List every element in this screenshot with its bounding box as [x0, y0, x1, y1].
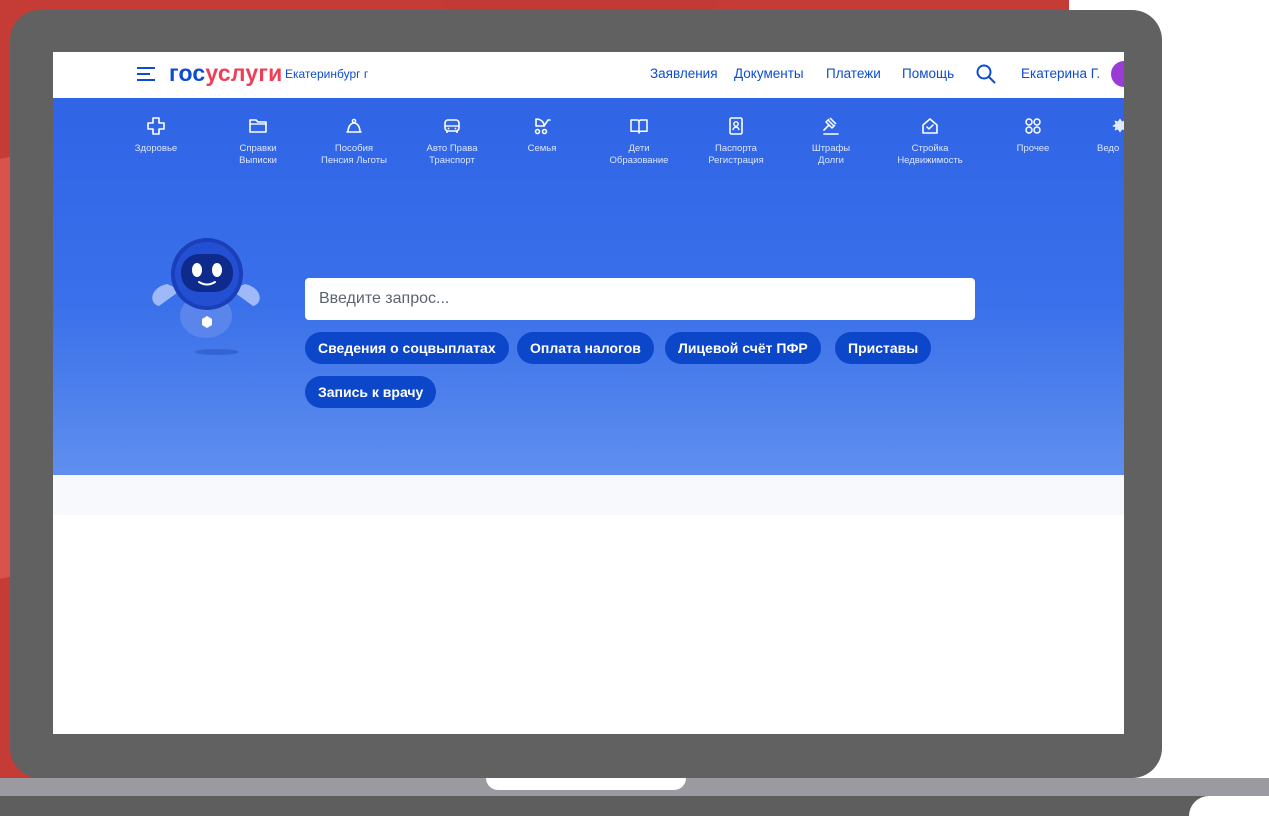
category-construction[interactable]: Стройка Недвижимость	[885, 116, 975, 167]
category-benefits[interactable]: Пособия Пенсия Льготы	[309, 116, 399, 167]
laptop-notch	[486, 778, 686, 790]
search-input[interactable]	[317, 278, 961, 320]
search-icon[interactable]	[975, 63, 997, 85]
logo-part-uslugi: услуги	[205, 60, 283, 86]
nav-payments[interactable]: Платежи	[826, 66, 881, 81]
category-label: Стройка	[911, 143, 949, 154]
category-children[interactable]: Дети Образование	[594, 116, 684, 167]
gavel-icon	[823, 117, 839, 135]
category-label: Справки	[239, 143, 277, 154]
robot-mascot	[152, 238, 260, 355]
browser-screen: госуслуги Екатеринбург г Заявления Докум…	[53, 52, 1124, 734]
quick-link-bailiffs[interactable]: Приставы	[835, 332, 932, 364]
category-fines[interactable]: Штрафы Долги	[786, 116, 876, 167]
category-sublabel: Транспорт	[429, 155, 475, 166]
category-label: Здоровье	[134, 143, 178, 154]
content-area	[53, 475, 1124, 515]
quick-link-taxes[interactable]: Оплата налогов	[517, 332, 654, 364]
folder-icon	[249, 119, 267, 133]
category-health[interactable]: Здоровье	[111, 116, 201, 155]
nav-help[interactable]: Помощь	[902, 66, 954, 81]
category-sublabel: Пенсия Льготы	[321, 155, 387, 166]
emblem-icon	[1112, 118, 1124, 133]
category-label: Пособия	[334, 143, 374, 154]
category-other[interactable]: Прочее	[988, 116, 1078, 155]
category-label: Штрафы	[811, 143, 851, 154]
quick-link-social-payments[interactable]: Сведения о соцвыплатах	[305, 332, 509, 364]
hero-section: Здоровье Справки Выписки Пособия Пенсия Ль…	[53, 98, 1124, 475]
menu-icon[interactable]	[137, 66, 155, 82]
category-label: Ведо	[1097, 143, 1120, 154]
category-label: Дети	[628, 143, 650, 154]
book-icon	[630, 119, 648, 134]
nav-applications[interactable]: Заявления	[650, 66, 718, 81]
category-passports[interactable]: Паспорта Регистрация	[691, 116, 781, 167]
category-label: Авто Права	[426, 143, 478, 154]
stroller-icon	[534, 118, 551, 135]
avatar[interactable]	[1111, 61, 1124, 87]
site-header: госуслуги Екатеринбург г Заявления Докум…	[53, 52, 1124, 98]
category-departments[interactable]: Ведо	[1075, 116, 1124, 155]
category-label: Паспорта	[715, 143, 757, 154]
category-label: Семья	[527, 143, 557, 154]
grid-icon	[1025, 118, 1041, 134]
car-icon	[444, 119, 460, 133]
category-family[interactable]: Семья	[497, 116, 587, 155]
category-label: Прочее	[1016, 143, 1050, 154]
bell-icon	[346, 118, 362, 133]
gosuslugi-logo[interactable]: госуслуги	[169, 60, 282, 87]
category-certificates[interactable]: Справки Выписки	[213, 116, 303, 167]
category-sublabel: Долги	[818, 155, 844, 166]
search-field[interactable]	[305, 278, 975, 320]
city-selector[interactable]: Екатеринбург г	[285, 67, 368, 81]
passport-icon	[729, 117, 743, 135]
category-auto[interactable]: Авто Права Транспорт	[407, 116, 497, 167]
house-icon	[922, 118, 938, 134]
quick-link-doctor-appointment[interactable]: Запись к врачу	[305, 376, 437, 408]
laptop-base-curve	[1189, 796, 1269, 816]
category-sublabel: Недвижимость	[897, 155, 963, 166]
category-sublabel: Регистрация	[708, 155, 764, 166]
logo-part-gos: гос	[169, 60, 206, 86]
nav-documents[interactable]: Документы	[734, 66, 804, 81]
category-sublabel: Образование	[609, 155, 669, 166]
category-sublabel: Выписки	[239, 155, 277, 166]
quick-link-pension-account[interactable]: Лицевой счёт ПФР	[665, 332, 821, 364]
user-name[interactable]: Екатерина Г.	[1021, 66, 1100, 81]
health-icon	[147, 117, 165, 135]
